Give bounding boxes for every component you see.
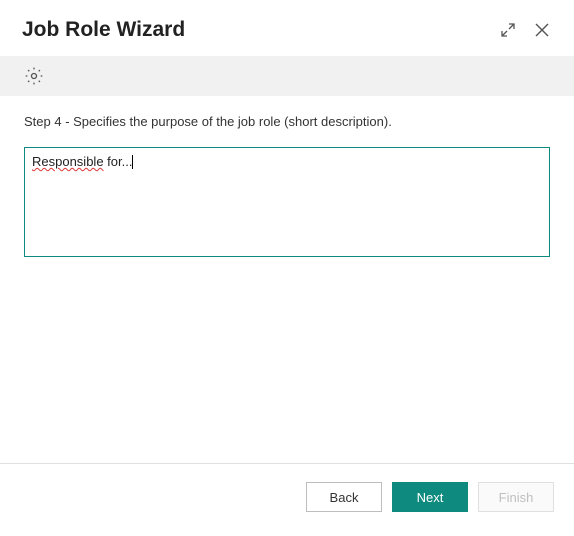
toolbar xyxy=(0,56,574,96)
dialog-header: Job Role Wizard xyxy=(0,0,574,52)
dialog-footer: Back Next Finish xyxy=(0,463,574,536)
back-button[interactable]: Back xyxy=(306,482,382,512)
dialog-title: Job Role Wizard xyxy=(22,18,498,42)
step-description: Step 4 - Specifies the purpose of the jo… xyxy=(24,114,550,129)
close-icon[interactable] xyxy=(532,20,552,40)
job-role-wizard-dialog: Job Role Wizard xyxy=(0,0,574,536)
text-cursor xyxy=(132,155,133,169)
header-icons xyxy=(498,20,552,40)
next-button[interactable]: Next xyxy=(392,482,468,512)
gear-icon[interactable] xyxy=(22,64,46,88)
content-area: Step 4 - Specifies the purpose of the jo… xyxy=(0,96,574,463)
expand-icon[interactable] xyxy=(498,20,518,40)
finish-button: Finish xyxy=(478,482,554,512)
input-text-rest: for... xyxy=(104,154,133,169)
input-text-misspelled: Responsible xyxy=(32,154,104,169)
description-input[interactable]: Responsible for... xyxy=(24,147,550,257)
